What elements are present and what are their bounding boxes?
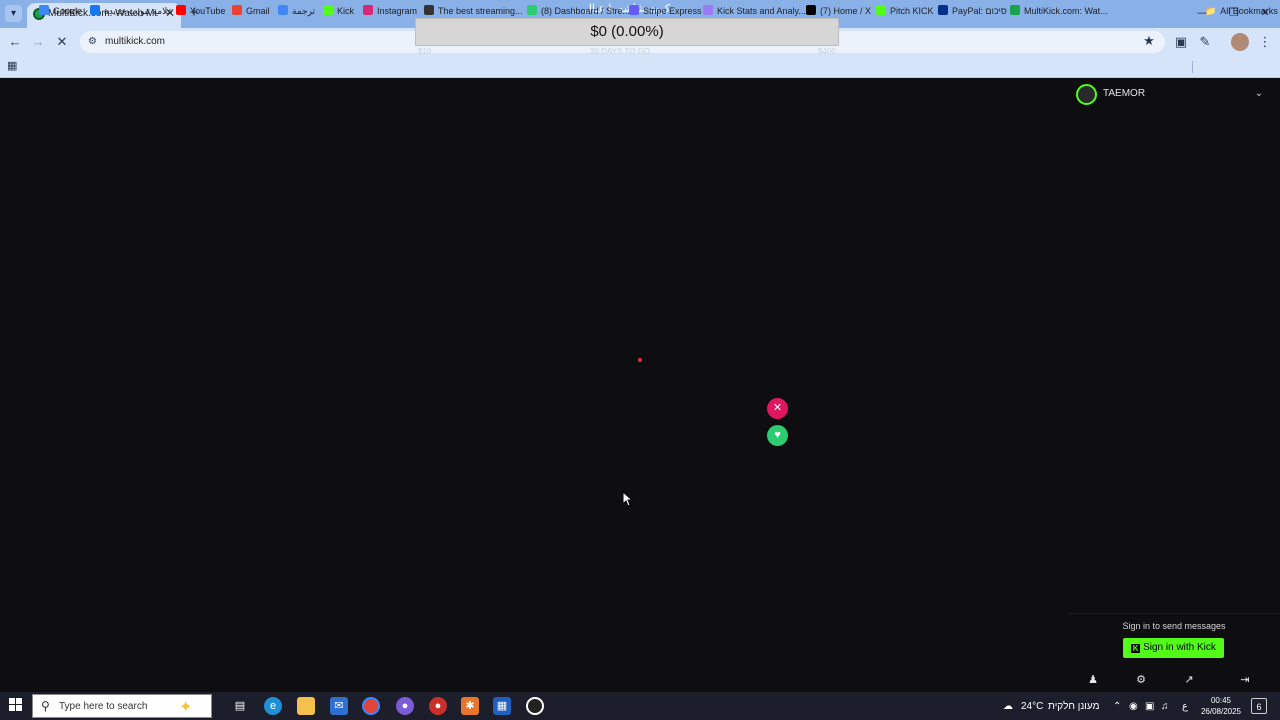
- forward-icon[interactable]: →: [29, 33, 47, 51]
- chrome-icon[interactable]: [362, 697, 380, 715]
- app-tool-icon[interactable]: ✱: [461, 697, 479, 715]
- media-control-icon[interactable]: ▣: [1172, 33, 1190, 51]
- obs-icon: [424, 5, 434, 15]
- folder-icon: 📁: [1205, 6, 1217, 16]
- bookmark-14[interactable]: MultiKick.com: Wat...: [1010, 4, 1108, 18]
- dashboard-icon: [527, 5, 537, 15]
- discord-icon[interactable]: ●: [396, 697, 414, 715]
- tray-expand-icon[interactable]: ⌃: [1113, 701, 1121, 712]
- file-explorer-icon[interactable]: [297, 697, 315, 715]
- notification-center-icon[interactable]: 6: [1251, 698, 1267, 714]
- settings-gear-icon[interactable]: ⚙: [1134, 673, 1148, 687]
- bookmark-7[interactable]: The best streaming...: [424, 4, 523, 18]
- mail-icon[interactable]: ✉: [330, 697, 348, 715]
- bookmark-13[interactable]: PayPal: סיכום: [938, 4, 1007, 18]
- bookmark-3[interactable]: Gmail: [232, 4, 270, 18]
- channel-username[interactable]: TAEMOR: [1103, 88, 1145, 99]
- obs-studio-icon[interactable]: [526, 697, 544, 715]
- stop-loading-icon[interactable]: ✕: [53, 33, 71, 51]
- bookmark-11[interactable]: (7) Home / X: [806, 4, 871, 18]
- donation-goal-amount: $0 (0.00%): [415, 18, 839, 46]
- bookmark-star-icon[interactable]: ★: [1141, 33, 1157, 49]
- kick-logo-icon: K: [1131, 644, 1141, 653]
- site-info-icon[interactable]: ⚙: [85, 34, 100, 49]
- tab-search-icon[interactable]: ▾: [5, 5, 22, 22]
- chat-divider: [1068, 613, 1280, 614]
- translate-icon: [278, 5, 288, 15]
- facebook-icon: [90, 5, 100, 15]
- google-icon: [39, 5, 49, 15]
- browser-menu-icon[interactable]: ⋮: [1256, 33, 1274, 51]
- profile-avatar-icon[interactable]: [1231, 33, 1249, 51]
- taskbar-search-box[interactable]: ⚲ Type here to search ✦: [32, 694, 212, 718]
- x-icon: [806, 5, 816, 15]
- screen: ▾ MultiKick.com: Watch Multiple ✕ + — ❐ …: [0, 0, 1280, 720]
- exit-icon[interactable]: ⇥: [1238, 673, 1252, 687]
- app-record-icon[interactable]: ●: [429, 697, 447, 715]
- bookmark-1[interactable]: علامة تبويب جديدة: [90, 4, 173, 18]
- bookmark-2[interactable]: YouTube: [176, 4, 225, 18]
- edge-icon[interactable]: e: [264, 697, 282, 715]
- search-icon: ⚲: [41, 699, 50, 713]
- page-content: [0, 80, 1280, 692]
- mouse-cursor-icon: [622, 491, 634, 507]
- bookmark-12[interactable]: Pitch KICK: [876, 4, 934, 18]
- weather-temp[interactable]: 24°C: [1021, 701, 1043, 712]
- bookmark-0[interactable]: Google: [39, 4, 82, 18]
- pitch-kick-icon: [876, 5, 886, 15]
- back-icon[interactable]: ←: [6, 33, 24, 51]
- extensions-icon[interactable]: ✎: [1196, 33, 1214, 51]
- taskbar-clock[interactable]: 00:45 26/08/2025: [1196, 695, 1246, 717]
- close-stream-button[interactable]: ✕: [767, 398, 788, 419]
- kick-icon: [323, 5, 333, 15]
- volume-icon[interactable]: ♫: [1161, 701, 1169, 712]
- chevron-down-icon[interactable]: ⌄: [1253, 88, 1265, 100]
- bookmarks-bar: [0, 56, 1280, 78]
- favorite-heart-button[interactable]: ♥: [767, 425, 788, 446]
- bookmark-8[interactable]: (8) Dashboard / Stre...: [527, 4, 630, 18]
- address-url: multikick.com: [105, 36, 166, 47]
- language-indicator[interactable]: ع: [1182, 701, 1188, 712]
- taskbar-search-placeholder: Type here to search: [59, 701, 148, 712]
- kick-stats-icon: [703, 5, 713, 15]
- paypal-icon: [938, 5, 948, 15]
- sign-in-with-kick-button[interactable]: K Sign in with Kick: [1123, 638, 1224, 658]
- network-icon[interactable]: ▣: [1145, 701, 1154, 712]
- clock-date: 26/08/2025: [1200, 707, 1242, 716]
- clock-time: 00:45: [1210, 696, 1232, 705]
- share-icon[interactable]: ↗: [1182, 673, 1196, 687]
- bookmark-4[interactable]: ترجمة: [278, 4, 315, 18]
- chat-signin-prompt: Sign in to send messages: [1122, 621, 1226, 631]
- bookmark-6[interactable]: Instagram: [363, 4, 417, 18]
- bookmark-10[interactable]: Kick Stats and Analy...: [703, 4, 806, 18]
- youtube-icon: [176, 5, 186, 15]
- bookmark-5[interactable]: Kick: [323, 4, 354, 18]
- add-user-icon[interactable]: ♟: [1086, 673, 1100, 687]
- weather-text[interactable]: מעונן חלקית: [1048, 701, 1099, 712]
- bookmarks-separator: [1192, 61, 1193, 73]
- instagram-icon: [363, 5, 373, 15]
- store-icon[interactable]: ▦: [493, 697, 511, 715]
- windows-start-icon[interactable]: [9, 698, 23, 712]
- stripe-icon: [629, 5, 639, 15]
- sparkle-icon: ✦: [179, 699, 193, 716]
- bookmark-9[interactable]: Stripe Express: [629, 4, 702, 18]
- loading-dot: [638, 358, 642, 362]
- multikick-icon: [1010, 5, 1020, 15]
- apps-grid-icon[interactable]: ▦: [7, 60, 19, 72]
- task-view-icon[interactable]: ▤: [231, 697, 249, 715]
- weather-icon[interactable]: ☁: [1003, 701, 1013, 712]
- gmail-icon: [232, 5, 242, 15]
- microphone-icon[interactable]: ◉: [1129, 701, 1138, 712]
- all-bookmarks[interactable]: 📁 All Bookmarks: [1205, 4, 1278, 18]
- user-avatar[interactable]: [1076, 84, 1097, 105]
